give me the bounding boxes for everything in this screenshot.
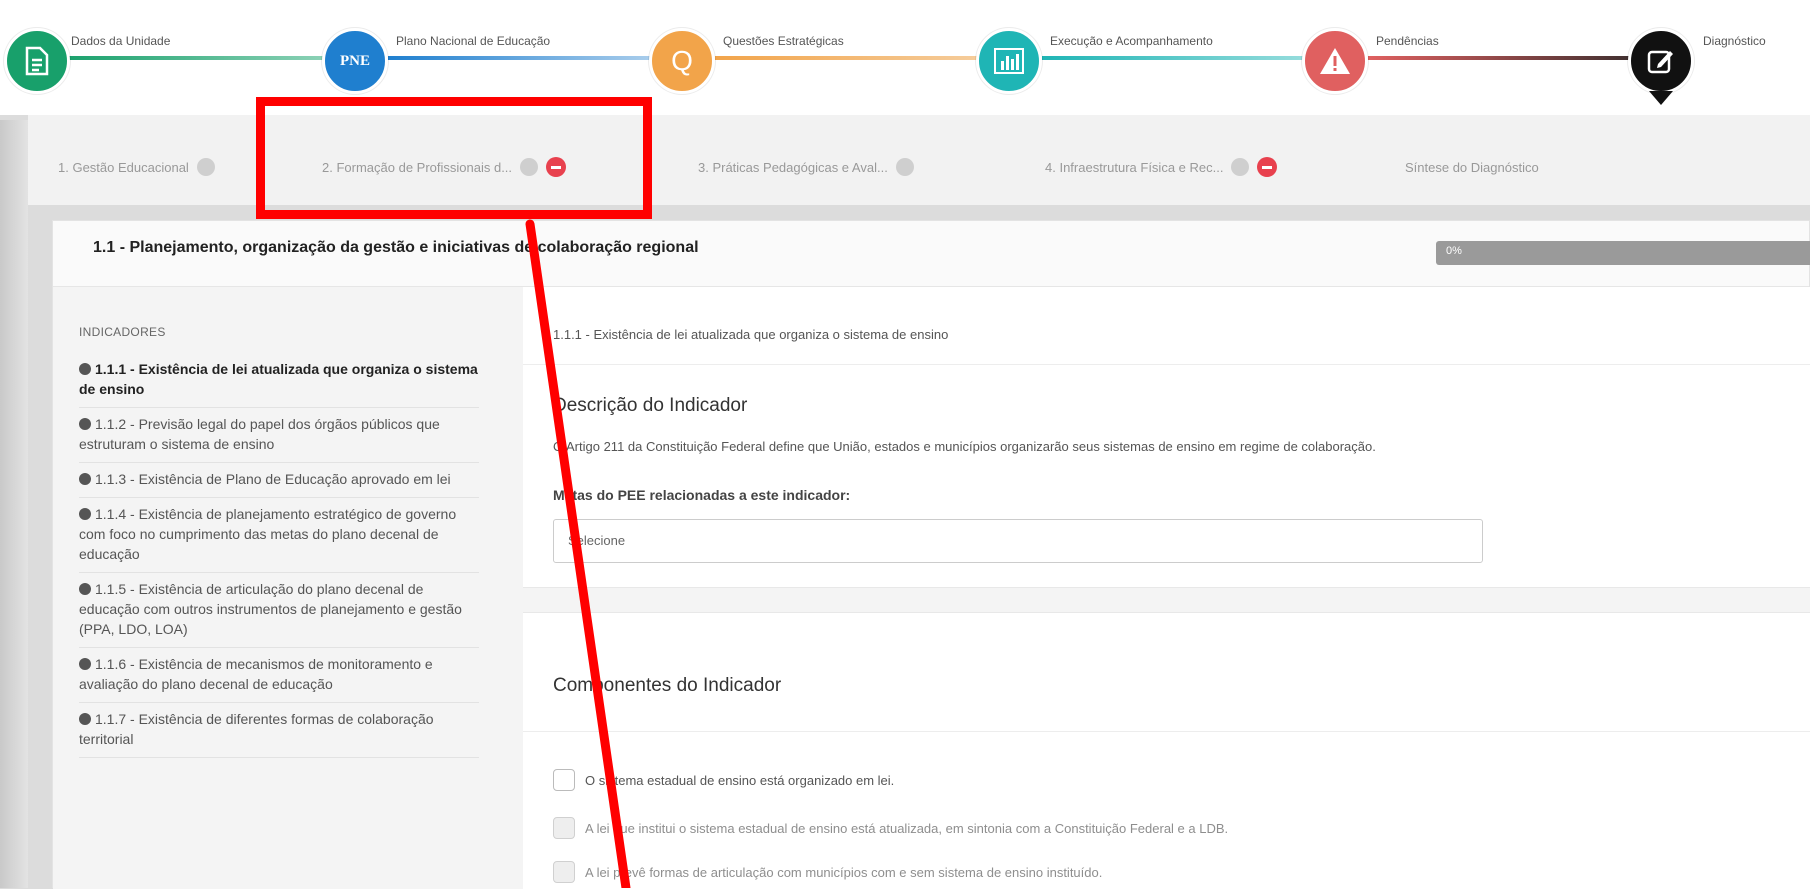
edit-icon [1647, 50, 1673, 74]
bullet-icon [79, 418, 91, 430]
component-label: A lei prevê formas de articulação com mu… [585, 864, 1103, 880]
bullet-icon [79, 658, 91, 670]
indicator-item[interactable]: 1.1.1 - Existência de lei atualizada que… [79, 353, 479, 408]
description-title: Descrição do Indicador [553, 395, 748, 416]
tab-label: Síntese do Diagnóstico [1405, 159, 1539, 175]
tab-label: 3. Práticas Pedagógicas e Aval... [698, 159, 888, 175]
step-connector [388, 56, 688, 60]
card-header: 1.1 - Planejamento, organização da gestã… [53, 221, 1810, 287]
status-dot-icon [895, 158, 914, 176]
step-dados-unidade[interactable] [4, 28, 70, 94]
component-label: A lei que institui o sistema estadual de… [585, 820, 1229, 836]
indicator-label: 1.1.4 - Existência de planejamento estra… [79, 506, 457, 562]
indicators-list: 1.1.1 - Existência de lei atualizada que… [79, 353, 479, 758]
bullet-icon [79, 473, 91, 485]
bullet-icon [79, 363, 91, 375]
bullet-icon [79, 583, 91, 595]
tab-gestao-educacional[interactable]: 1. Gestão Educacional [58, 155, 215, 179]
indicator-label: 1.1.1 - Existência de lei atualizada que… [79, 361, 478, 397]
step-pendencias[interactable] [1302, 28, 1368, 94]
metas-label: Metas do PEE relacionadas a este indicad… [553, 487, 851, 503]
pne-icon: PNE [340, 52, 370, 69]
indicators-header: INDICADORES [79, 325, 166, 339]
components-title: Componentes do Indicador [553, 675, 782, 696]
card-title: 1.1 - Planejamento, organização da gestã… [93, 239, 699, 256]
indicators-sidebar: INDICADORES 1.1.1 - Existência de lei at… [53, 287, 523, 889]
step-label[interactable]: Diagnóstico [1703, 34, 1766, 48]
step-diagnostico[interactable] [1628, 28, 1694, 94]
step-label[interactable]: Plano Nacional de Educação [396, 34, 550, 48]
indicator-label: 1.1.2 - Previsão legal do papel dos órgã… [79, 416, 440, 452]
indicator-label: 1.1.6 - Existência de mecanismos de moni… [79, 656, 433, 692]
page-edge [0, 120, 28, 888]
status-dot-icon [196, 158, 215, 176]
current-step-pointer [1649, 91, 1673, 105]
checkbox[interactable] [553, 769, 575, 791]
step-pne[interactable]: PNE [322, 28, 388, 94]
components-divider [523, 731, 1810, 732]
step-connector [1368, 56, 1668, 60]
component-checkbox-row[interactable]: A lei que institui o sistema estadual de… [553, 817, 1228, 839]
description-text: O Artigo 211 da Constituição Federal def… [553, 439, 1376, 454]
indicator-item[interactable]: 1.1.4 - Existência de planejamento estra… [79, 498, 479, 573]
step-label[interactable]: Execução e Acompanhamento [1050, 34, 1213, 48]
indicator-item[interactable]: 1.1.2 - Previsão legal do papel dos órgã… [79, 408, 479, 463]
checkbox[interactable] [553, 861, 575, 883]
bullet-icon [79, 508, 91, 520]
bullet-icon [79, 713, 91, 725]
indicator-item[interactable]: 1.1.7 - Existência de diferentes formas … [79, 703, 479, 758]
step-connector [715, 56, 1015, 60]
tab-praticas-pedagogicas[interactable]: 3. Práticas Pedagógicas e Aval... [698, 155, 914, 179]
indicator-item[interactable]: 1.1.5 - Existência de articulação do pla… [79, 573, 479, 648]
indicator-card: 1.1 - Planejamento, organização da gestã… [52, 220, 1810, 889]
status-dot-icon [1231, 158, 1250, 176]
step-questoes[interactable]: Q [649, 28, 715, 94]
step-connector [60, 56, 360, 60]
document-icon [25, 46, 49, 76]
checkbox[interactable] [553, 817, 575, 839]
indicator-subheader: 1.1.1 - Existência de lei atualizada que… [523, 305, 1810, 365]
component-checkbox-row[interactable]: A lei prevê formas de articulação com mu… [553, 861, 1102, 883]
progress-bar: 0% [1436, 241, 1810, 265]
indicator-detail: 1.1.1 - Existência de lei atualizada que… [523, 287, 1810, 889]
select-placeholder: Selecione [568, 533, 626, 548]
tab-sintese-diagnostico[interactable]: Síntese do Diagnóstico [1405, 155, 1539, 179]
step-label[interactable]: Pendências [1376, 34, 1439, 48]
warning-icon [1320, 48, 1350, 74]
section-divider [523, 587, 1810, 613]
indicator-label: 1.1.7 - Existência de diferentes formas … [79, 711, 434, 747]
indicator-item[interactable]: 1.1.6 - Existência de mecanismos de moni… [79, 648, 479, 703]
tab-label: 4. Infraestrutura Física e Rec... [1045, 159, 1224, 175]
indicator-label: 1.1.3 - Existência de Plano de Educação … [95, 471, 451, 487]
bar-chart-icon [994, 48, 1024, 74]
metas-select[interactable]: Selecione [553, 519, 1483, 563]
tab-infraestrutura[interactable]: 4. Infraestrutura Física e Rec... [1045, 155, 1278, 179]
q-icon: Q [671, 45, 693, 76]
indicator-label: 1.1.5 - Existência de articulação do pla… [79, 581, 462, 637]
pending-stop-icon [1257, 157, 1278, 177]
indicator-subtitle: 1.1.1 - Existência de lei atualizada que… [553, 327, 949, 342]
tab-label: 1. Gestão Educacional [58, 159, 189, 175]
indicator-item[interactable]: 1.1.3 - Existência de Plano de Educação … [79, 463, 479, 498]
component-label: O sistema estadual de ensino está organi… [585, 772, 895, 788]
step-execucao[interactable] [976, 28, 1042, 94]
step-connector [1042, 56, 1342, 60]
step-label[interactable]: Questões Estratégicas [723, 34, 844, 48]
step-label[interactable]: Dados da Unidade [71, 34, 170, 48]
component-checkbox-row[interactable]: O sistema estadual de ensino está organi… [553, 769, 894, 791]
highlight-box [256, 97, 652, 219]
progress-label: 0% [1446, 245, 1462, 257]
